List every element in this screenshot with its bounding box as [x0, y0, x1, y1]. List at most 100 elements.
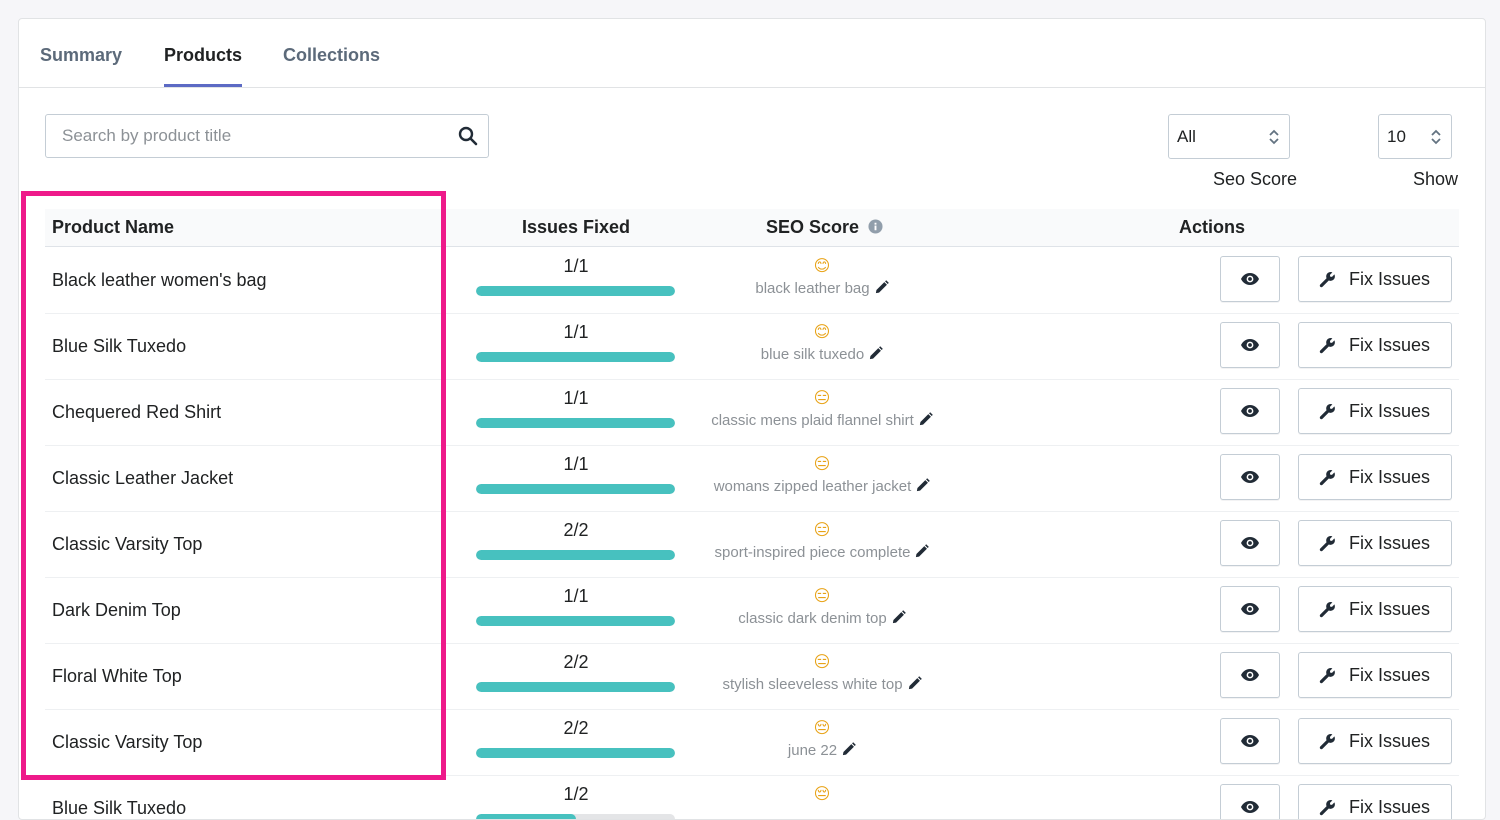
tab-products[interactable]: Products — [164, 19, 243, 87]
info-icon[interactable] — [868, 219, 883, 234]
fix-issues-label: Fix Issues — [1349, 533, 1431, 553]
seo-score-cell: 😊 blue silk tuxedo — [665, 321, 979, 367]
seo-score-emoji-icon: 😑 — [813, 454, 831, 473]
pencil-icon[interactable] — [868, 346, 884, 361]
wrench-icon — [1319, 338, 1335, 354]
product-name: Blue Silk Tuxedo — [52, 798, 187, 818]
fix-issues-button[interactable]: Fix Issues — [1298, 454, 1452, 500]
fix-issues-button[interactable]: Fix Issues — [1298, 718, 1452, 764]
issues-fixed-cell: 1/1 — [476, 321, 676, 362]
pencil-icon[interactable] — [841, 742, 856, 757]
tab-summary[interactable]: Summary — [40, 19, 122, 87]
view-button[interactable] — [1220, 388, 1280, 434]
tab-bar: Summary Products Collections — [19, 19, 1485, 88]
pencil-icon[interactable] — [915, 478, 931, 493]
pencil-icon[interactable] — [874, 280, 889, 295]
product-name: Classic Varsity Top — [52, 534, 203, 554]
product-name: Blue Silk Tuxedo — [52, 336, 187, 356]
header-actions: Actions — [1179, 217, 1246, 237]
view-button[interactable] — [1220, 454, 1280, 500]
view-button[interactable] — [1220, 586, 1280, 632]
table-row: Black leather women's bag 1/1 😊 black le… — [45, 247, 1459, 314]
view-button[interactable] — [1220, 784, 1280, 819]
fix-issues-label: Fix Issues — [1349, 401, 1431, 421]
view-button[interactable] — [1220, 256, 1280, 302]
view-button[interactable] — [1220, 520, 1280, 566]
product-name: Chequered Red Shirt — [52, 402, 222, 422]
focus-keyword-text: stylish sleeveless white top — [722, 676, 903, 693]
seo-score-cell: 😊 black leather bag — [665, 255, 979, 301]
seo-score-select[interactable]: All — [1168, 114, 1290, 159]
table-row: Blue Silk Tuxedo 1/1 😊 blue silk tuxedo … — [45, 313, 1459, 380]
issues-fixed-cell: 1/1 — [476, 255, 676, 296]
view-button[interactable] — [1220, 652, 1280, 698]
view-button[interactable] — [1220, 718, 1280, 764]
eye-icon — [1241, 669, 1259, 681]
eye-icon — [1241, 405, 1259, 417]
fix-issues-button[interactable]: Fix Issues — [1298, 520, 1452, 566]
fix-issues-label: Fix Issues — [1349, 731, 1431, 751]
issues-fixed-cell: 2/2 — [476, 519, 676, 560]
pencil-icon[interactable] — [914, 544, 930, 559]
tab-collections[interactable]: Collections — [283, 19, 380, 87]
wrench-icon — [1319, 602, 1335, 618]
fix-issues-button[interactable]: Fix Issues — [1298, 322, 1452, 368]
seo-score-cell: 😔 — [665, 783, 979, 805]
pencil-icon[interactable] — [891, 610, 906, 625]
search-box — [45, 114, 489, 158]
issues-progress-bar — [476, 418, 675, 428]
issues-fixed-cell: 1/1 — [476, 387, 676, 428]
show-count-select[interactable]: 10 — [1378, 114, 1452, 159]
table-row: Dark Denim Top 1/1 😑 classic dark denim … — [45, 577, 1459, 644]
issues-progress-fill — [476, 748, 675, 758]
search-icon[interactable] — [458, 126, 478, 146]
seo-score-cell: 😑 womans zipped leather jacket — [665, 453, 979, 499]
issues-fixed-cell: 1/1 — [476, 453, 676, 494]
wrench-icon — [1319, 272, 1335, 288]
product-name: Classic Varsity Top — [52, 732, 203, 752]
issues-progress-fill — [476, 814, 576, 819]
show-count-select-value: 10 — [1387, 127, 1406, 146]
fix-issues-label: Fix Issues — [1349, 599, 1431, 619]
seo-score-emoji-icon: 😑 — [813, 586, 831, 605]
issues-fixed-ratio: 1/1 — [563, 586, 589, 606]
pencil-icon[interactable] — [918, 412, 933, 427]
seo-score-emoji-icon: 😑 — [813, 520, 831, 539]
seo-score-emoji-icon: 😊 — [813, 322, 831, 341]
seo-score-cell: 😑 classic mens plaid flannel shirt — [665, 387, 979, 433]
focus-keyword-text: womans zipped leather jacket — [713, 478, 912, 495]
focus-keyword-text: june 22 — [787, 742, 838, 759]
issues-progress-bar — [476, 616, 675, 626]
focus-keyword: stylish sleeveless white top — [665, 673, 979, 697]
issues-fixed-cell: 2/2 — [476, 651, 676, 692]
view-button[interactable] — [1220, 322, 1280, 368]
focus-keyword-text: black leather bag — [755, 280, 870, 297]
table-row: Classic Varsity Top 2/2 😑 sport-inspired… — [45, 511, 1459, 578]
eye-icon — [1241, 801, 1259, 813]
fix-issues-button[interactable]: Fix Issues — [1298, 256, 1452, 302]
focus-keyword: classic mens plaid flannel shirt — [665, 409, 979, 433]
eye-icon — [1241, 339, 1259, 351]
product-name: Dark Denim Top — [52, 600, 181, 620]
issues-fixed-ratio: 1/1 — [563, 388, 589, 408]
fix-issues-button[interactable]: Fix Issues — [1298, 784, 1452, 819]
header-seo-score-label: SEO Score — [766, 217, 860, 237]
issues-progress-bar — [476, 682, 675, 692]
table-row: Floral White Top 2/2 😑 stylish sleeveles… — [45, 643, 1459, 710]
header-seo-score: SEO Score — [766, 209, 883, 246]
fix-issues-button[interactable]: Fix Issues — [1298, 652, 1452, 698]
focus-keyword: classic dark denim top — [665, 607, 979, 631]
seo-score-label: Seo Score — [1213, 169, 1298, 189]
fix-issues-button[interactable]: Fix Issues — [1298, 586, 1452, 632]
search-input[interactable] — [46, 115, 462, 157]
table-row: Chequered Red Shirt 1/1 😑 classic mens p… — [45, 379, 1459, 446]
issues-fixed-ratio: 2/2 — [563, 652, 589, 672]
issues-fixed-cell: 1/2 — [476, 783, 676, 819]
fix-issues-label: Fix Issues — [1349, 269, 1431, 289]
pencil-icon[interactable] — [907, 676, 922, 691]
seo-score-emoji-icon: 😑 — [813, 652, 831, 671]
fix-issues-button[interactable]: Fix Issues — [1298, 388, 1452, 434]
product-name: Black leather women's bag — [52, 270, 267, 290]
eye-icon — [1241, 471, 1259, 483]
issues-fixed-cell: 2/2 — [476, 717, 676, 758]
